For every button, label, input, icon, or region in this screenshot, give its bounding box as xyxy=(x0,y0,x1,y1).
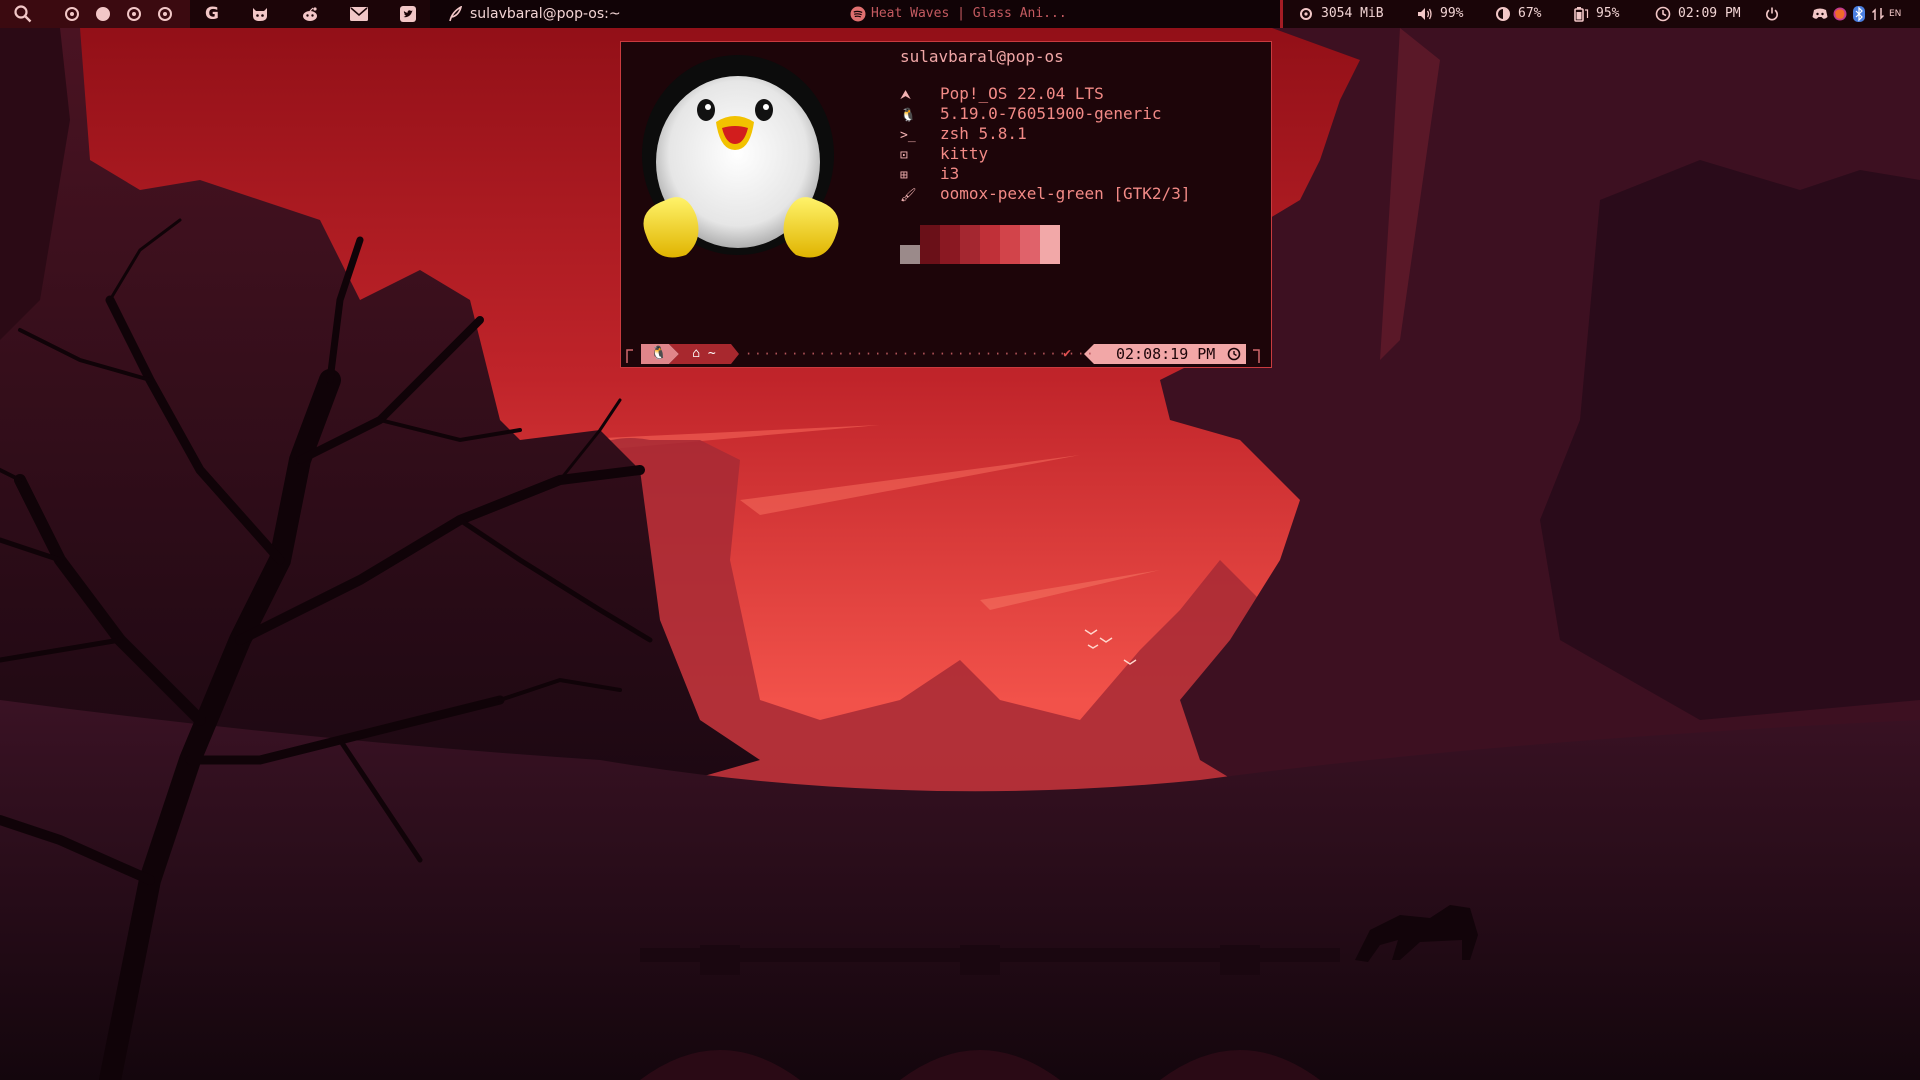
workspace-4[interactable] xyxy=(155,4,175,24)
volume-level[interactable]: 99% xyxy=(1440,0,1463,28)
info-kernel: 🐧 5.19.0-76051900-generic xyxy=(900,104,1162,124)
shell-icon: >_ xyxy=(900,128,916,143)
palette-swatch xyxy=(900,245,920,264)
wm-value: i3 xyxy=(940,164,960,183)
palette-swatch xyxy=(960,225,980,264)
info-os: ⮝ Pop!_OS 22.04 LTS xyxy=(900,84,1104,104)
spotify-icon[interactable] xyxy=(848,4,868,24)
discord-tray-icon[interactable] xyxy=(1810,4,1830,24)
kernel-value: 5.19.0-76051900-generic xyxy=(940,104,1162,123)
terminal-window[interactable]: sulavbaral@pop-os ⮝ Pop!_OS 22.04 LTS 🐧 5.… xyxy=(620,41,1272,368)
palette-swatch xyxy=(920,225,940,264)
shell-value: zsh 5.8.1 xyxy=(940,124,1027,143)
search-icon[interactable] xyxy=(13,4,33,24)
mail-icon[interactable] xyxy=(349,4,369,24)
user-host: sulavbaral@pop-os xyxy=(900,47,1064,66)
top-bar: G sulavbaral@pop-os:~ Heat Waves | Glass… xyxy=(0,0,1920,28)
prompt-line: 🐧 ⌂ ~ ··································… xyxy=(621,342,1271,366)
palette-swatch xyxy=(940,225,960,264)
brightness-level[interactable]: 67% xyxy=(1518,0,1541,28)
bluetooth-tray-icon[interactable] xyxy=(1849,4,1869,24)
palette-swatch xyxy=(1020,225,1040,264)
clock-icon xyxy=(1653,4,1673,24)
battery-level: 95% xyxy=(1596,6,1620,21)
memory-icon xyxy=(1296,4,1316,24)
palette-swatch xyxy=(1000,225,1020,264)
memory-usage: 3054 MiB xyxy=(1321,6,1384,21)
theme-icon: 🖌 xyxy=(900,188,917,203)
status-modules: 3054 MiB 99% 67% 95% 02:09 PM EN xyxy=(1283,0,1920,28)
twitter-icon[interactable] xyxy=(398,4,418,24)
battery-icon xyxy=(1571,4,1591,24)
cwd: ~ xyxy=(707,346,716,361)
info-theme: 🖌 oomox-pexel-green [GTK2/3] xyxy=(900,184,1190,204)
palette-swatch xyxy=(1040,225,1060,264)
arch-icon: ⮝ xyxy=(900,88,912,103)
app-launchers: G xyxy=(190,0,430,28)
workspace-2[interactable] xyxy=(93,4,113,24)
prompt-clock-time: 02:08:19 PM xyxy=(1116,345,1216,363)
wm-icon: ⊞ xyxy=(900,168,908,183)
firefox-tray-icon[interactable] xyxy=(1830,4,1850,24)
reddit-icon[interactable] xyxy=(300,4,320,24)
color-palette xyxy=(900,225,1060,264)
power-icon[interactable] xyxy=(1762,4,1782,24)
workspace-3[interactable] xyxy=(124,4,144,24)
tux-penguin-logo xyxy=(642,55,839,258)
volume-icon[interactable] xyxy=(1415,4,1435,24)
terminal-value: kitty xyxy=(940,144,989,163)
status-ok-icon: ✔ xyxy=(1063,346,1071,361)
palette-swatch xyxy=(980,225,1000,264)
linux-icon: 🐧 xyxy=(650,346,668,361)
feather-icon xyxy=(445,4,465,24)
prompt-clock: 02:08:19 PM xyxy=(1096,344,1246,364)
linux-icon: 🐧 xyxy=(900,108,917,123)
os-value: Pop!_OS 22.04 LTS xyxy=(940,84,1104,103)
theme-value: oomox-pexel-green [GTK2/3] xyxy=(940,184,1191,203)
terminal-icon: ⊡ xyxy=(900,148,908,163)
clock-icon xyxy=(1227,347,1241,361)
workspace-1[interactable] xyxy=(62,4,82,24)
clock-time[interactable]: 02:09 PM xyxy=(1678,0,1741,28)
github-icon[interactable] xyxy=(250,4,270,24)
workspace-section xyxy=(0,0,190,28)
google-icon[interactable]: G xyxy=(202,4,222,24)
info-shell: >_ zsh 5.8.1 xyxy=(900,124,1027,144)
window-title-area: sulavbaral@pop-os:~ Heat Waves | Glass A… xyxy=(430,0,1280,28)
home-icon: ⌂ ~ xyxy=(692,346,716,361)
info-terminal: ⊡ kitty xyxy=(900,144,988,164)
keyboard-layout-indicator[interactable]: EN xyxy=(1889,0,1901,28)
info-wm: ⊞ i3 xyxy=(900,164,959,184)
network-tray-icon[interactable] xyxy=(1868,4,1888,24)
now-playing[interactable]: Heat Waves | Glass Ani... xyxy=(871,0,1067,28)
brightness-icon[interactable] xyxy=(1493,4,1513,24)
focused-window-title: sulavbaral@pop-os:~ xyxy=(470,6,621,22)
